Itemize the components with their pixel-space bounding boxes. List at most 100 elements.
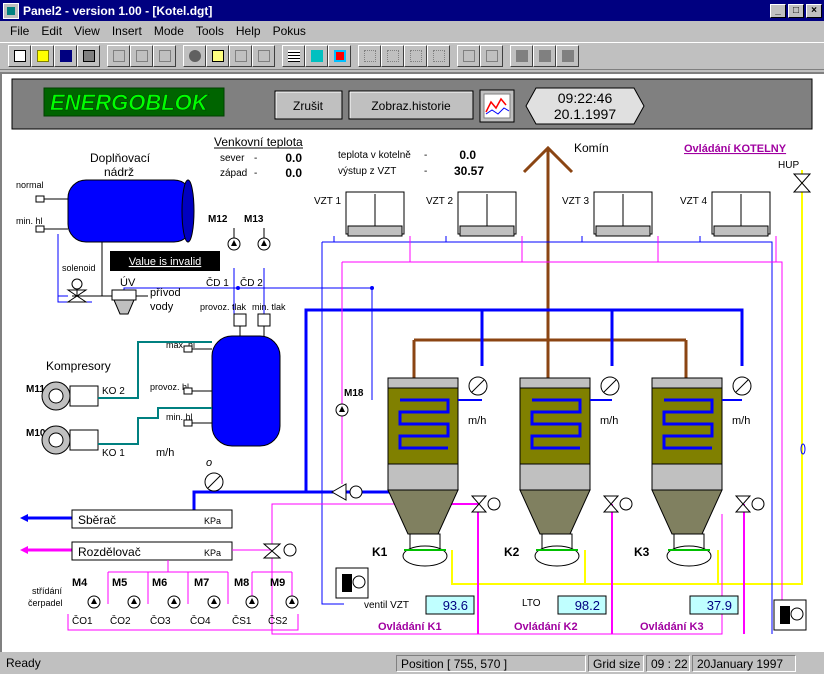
- align-bottom-button[interactable]: [427, 45, 450, 67]
- layout-3-icon: [562, 50, 574, 62]
- object-tool-button[interactable]: [305, 45, 328, 67]
- text-tool-button[interactable]: [206, 45, 229, 67]
- cd2-label: ČD 2: [240, 276, 263, 289]
- menu-insert[interactable]: Insert: [106, 24, 148, 38]
- control-k2-link[interactable]: Ovládání K2: [514, 621, 578, 633]
- oper-pressure-label: provoz. tlak: [200, 302, 247, 312]
- layout-2-button[interactable]: [533, 45, 556, 67]
- maximize-button[interactable]: □: [788, 3, 804, 18]
- collector-kpa: KPa: [204, 516, 221, 526]
- water-inlet-2: vody: [150, 301, 174, 313]
- vzt-out-label: výstup z VZT: [338, 166, 396, 177]
- layout-1-button[interactable]: [510, 45, 533, 67]
- compressor-ko1[interactable]: [41, 425, 99, 455]
- flow-meter-k1[interactable]: [468, 376, 488, 396]
- uv-filter[interactable]: [113, 299, 135, 315]
- west-value: 0.0: [285, 166, 302, 180]
- copy-button[interactable]: [130, 45, 153, 67]
- energoblok-logo: ENERGOBLOK: [50, 90, 210, 115]
- paste-button[interactable]: [153, 45, 176, 67]
- compressor-ko2[interactable]: [41, 381, 99, 411]
- distributor-kpa: KPa: [204, 548, 221, 558]
- hvac-unit-left[interactable]: [335, 567, 369, 599]
- svg-text:-: -: [254, 168, 257, 179]
- same-height-button[interactable]: [480, 45, 503, 67]
- history-button-label: Zobraz.historie: [371, 99, 451, 113]
- new-file-button[interactable]: [8, 45, 31, 67]
- circulation-pumps[interactable]: [87, 595, 299, 609]
- process-diagram: ENERGOBLOK Zrušit Zobraz.historie 09:22:…: [11, 78, 813, 635]
- clock-date: 20.1.1997: [554, 106, 616, 122]
- menu-edit[interactable]: Edit: [35, 24, 68, 38]
- layout-3-button[interactable]: [556, 45, 579, 67]
- valve-distributor[interactable]: [262, 543, 282, 559]
- boiler-k1[interactable]: [387, 377, 459, 567]
- hup-valve[interactable]: [792, 173, 812, 193]
- boiler-k3[interactable]: [651, 377, 723, 567]
- boiler-control-link[interactable]: Ovládání KOTELNY: [684, 143, 787, 155]
- menu-view[interactable]: View: [68, 24, 106, 38]
- clock-time: 09:22:46: [558, 90, 613, 106]
- invalid-value-text: Value is invalid: [129, 256, 202, 268]
- align-top-button[interactable]: [404, 45, 427, 67]
- align-tool-button[interactable]: [328, 45, 351, 67]
- align-left-button[interactable]: [358, 45, 381, 67]
- k1-label: K1: [372, 545, 388, 559]
- distributor-label: Rozdělovač: [78, 545, 141, 559]
- ko1-label: KO 1: [102, 448, 125, 459]
- control-k3-link[interactable]: Ovládání K3: [640, 621, 704, 633]
- cancel-button[interactable]: Zrušit: [274, 90, 343, 120]
- m18-label: M18: [344, 388, 364, 399]
- valve-main[interactable]: [330, 483, 347, 501]
- open-button[interactable]: [31, 45, 54, 67]
- history-button[interactable]: Zobraz.historie: [348, 90, 474, 120]
- vzt3-label: VZT 3: [562, 196, 589, 207]
- same-width-button[interactable]: [457, 45, 480, 67]
- circle-tool-button[interactable]: [183, 45, 206, 67]
- west-label: západ: [220, 168, 247, 179]
- align-right-button[interactable]: [381, 45, 404, 67]
- lto-value: 98.2: [575, 598, 600, 613]
- menu-pokus[interactable]: Pokus: [267, 24, 312, 38]
- supply-tank: [67, 179, 195, 243]
- svg-text:o: o: [206, 457, 212, 469]
- menu-help[interactable]: Help: [230, 24, 267, 38]
- header-band: ENERGOBLOK Zrušit Zobraz.historie 09:22:…: [11, 78, 813, 130]
- chart-history-icon[interactable]: [479, 89, 515, 123]
- min-pressure-label: min. tlak: [252, 302, 286, 312]
- vzt2-label: VZT 2: [426, 196, 453, 207]
- mh-label-k3: m/h: [732, 415, 750, 427]
- grid-icon: [288, 50, 300, 62]
- flow-meter-k2[interactable]: [600, 376, 620, 396]
- boiler-k2[interactable]: [519, 377, 591, 567]
- frame-tool-button[interactable]: [229, 45, 252, 67]
- flow-meter-k3[interactable]: [732, 376, 752, 396]
- hvac-unit-right[interactable]: [773, 599, 807, 631]
- align-right-icon: [387, 50, 399, 62]
- save-button[interactable]: [54, 45, 77, 67]
- valve-k3[interactable]: [734, 495, 752, 513]
- grid-button[interactable]: [282, 45, 305, 67]
- same-width-icon: [463, 50, 475, 62]
- menu-tools[interactable]: Tools: [190, 24, 230, 38]
- co4-label: ČO4: [190, 614, 211, 627]
- align-left-icon: [364, 50, 376, 62]
- paste-icon: [159, 50, 171, 62]
- solenoid-label: solenoid: [62, 263, 96, 273]
- align-top-icon: [410, 50, 422, 62]
- print-button[interactable]: [77, 45, 100, 67]
- close-button[interactable]: ×: [806, 3, 822, 18]
- status-position: Position [ 755, 570 ]: [396, 655, 586, 672]
- uv-label: ÚV: [120, 276, 136, 289]
- tank-title-1: Doplňovací: [90, 151, 151, 165]
- valve-k2[interactable]: [602, 495, 620, 513]
- object-icon: [311, 50, 323, 62]
- app-icon[interactable]: [3, 2, 19, 19]
- menu-mode[interactable]: Mode: [148, 24, 190, 38]
- cut-button[interactable]: [107, 45, 130, 67]
- minimize-button[interactable]: _: [770, 3, 786, 18]
- control-k1-link[interactable]: Ovládání K1: [378, 621, 442, 633]
- cs2-label: ČS2: [268, 614, 288, 627]
- shape-tool-button[interactable]: [252, 45, 275, 67]
- menu-file[interactable]: File: [4, 24, 35, 38]
